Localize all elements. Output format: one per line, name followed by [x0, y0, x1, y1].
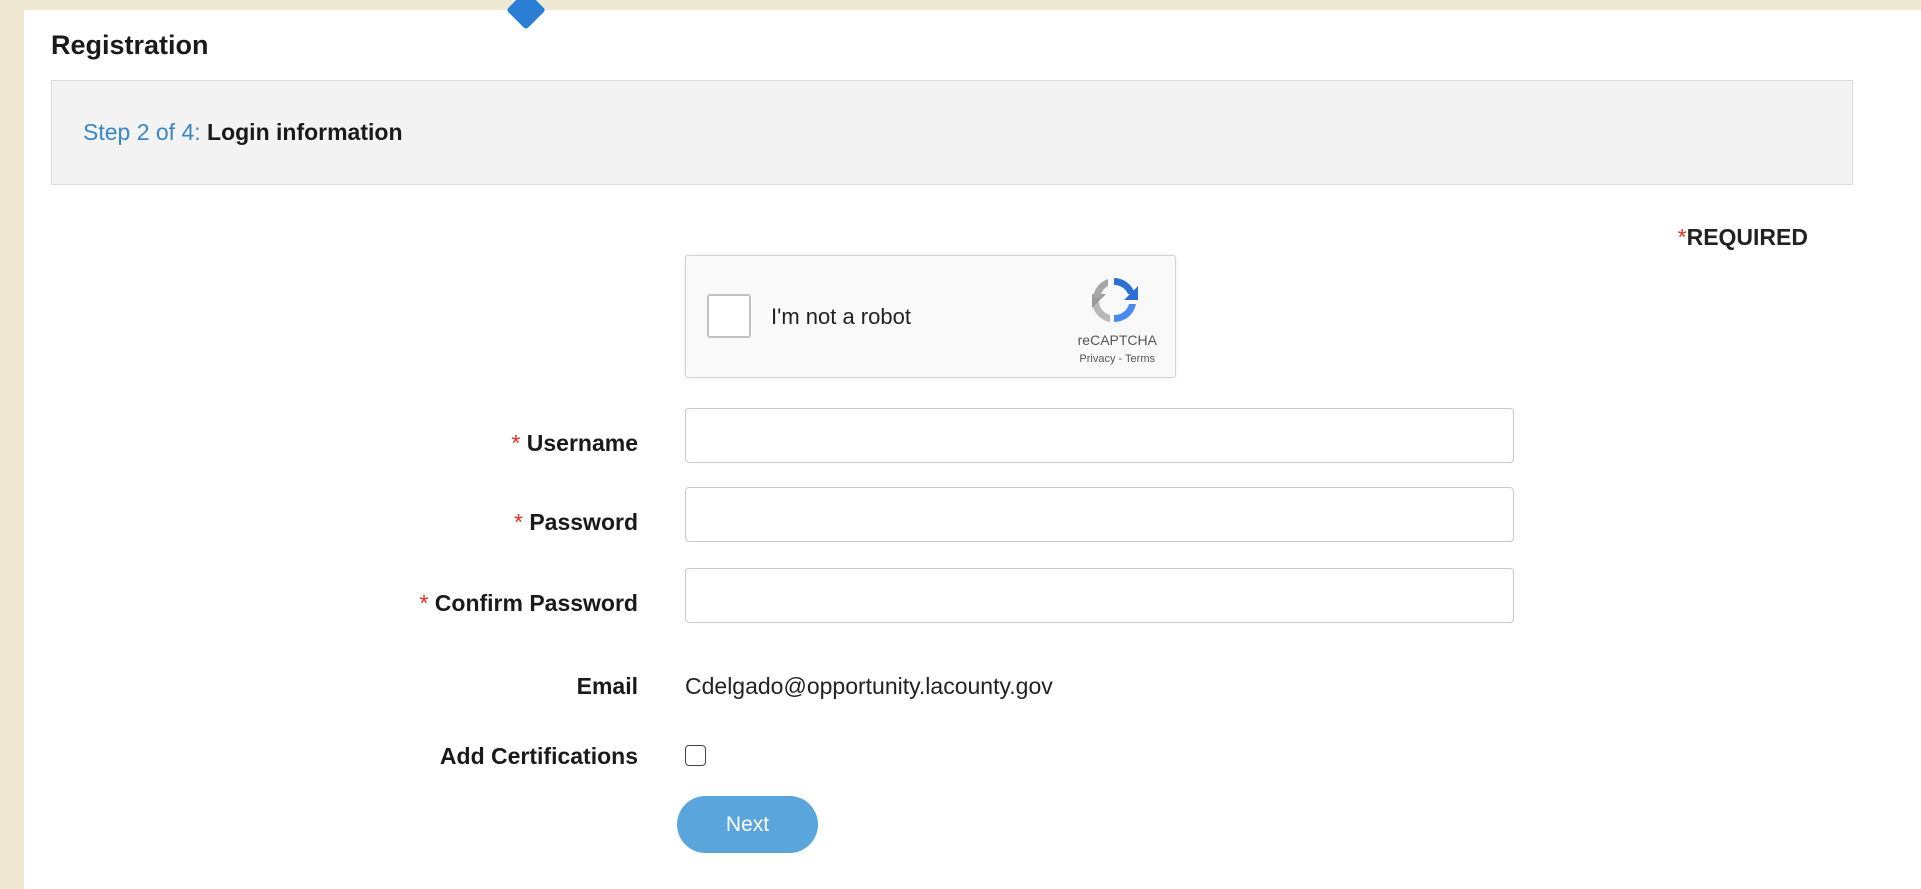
recaptcha-widget: I'm not a robot reCAPTCHA Privacy - Term…: [685, 255, 1176, 378]
password-label: * Password: [514, 509, 638, 536]
password-label-text: Password: [529, 509, 638, 535]
next-button[interactable]: Next: [677, 796, 818, 853]
recaptcha-icon: [1092, 278, 1138, 323]
add-certifications-label: Add Certifications: [439, 743, 638, 769]
required-asterisk: *: [1677, 224, 1687, 250]
confirm-password-input[interactable]: [685, 568, 1514, 623]
tour-pointer-marker: [506, 0, 546, 30]
recaptcha-links[interactable]: Privacy - Terms: [1079, 353, 1155, 365]
confirm-password-label-text: Confirm Password: [434, 590, 638, 616]
email-label: Email: [576, 673, 638, 699]
required-text: REQUIRED: [1686, 224, 1808, 250]
username-label: * Username: [511, 430, 638, 457]
recaptcha-brand: reCAPTCHA: [1077, 332, 1157, 348]
step-number: Step 2 of 4:: [83, 119, 201, 145]
confirm-password-required-asterisk: *: [419, 590, 429, 616]
required-note: *REQUIRED: [1678, 224, 1808, 251]
username-label-text: Username: [526, 430, 638, 456]
email-value: Cdelgado@opportunity.lacounty.gov: [685, 673, 1053, 699]
step-name: Login information: [207, 119, 403, 145]
username-input[interactable]: [685, 408, 1514, 463]
recaptcha-checkbox[interactable]: [707, 294, 751, 338]
step-indicator: Step 2 of 4: Login information: [83, 119, 403, 146]
recaptcha-label: I'm not a robot: [771, 304, 911, 329]
step-indicator-bar: Step 2 of 4: Login information: [51, 80, 1853, 185]
add-certifications-checkbox[interactable]: [685, 745, 706, 766]
page-title: Registration: [51, 30, 209, 60]
username-required-asterisk: *: [511, 430, 521, 456]
registration-page: Registration Step 2 of 4: Login informat…: [24, 0, 1921, 889]
confirm-password-label: * Confirm Password: [419, 590, 638, 617]
password-required-asterisk: *: [514, 509, 523, 535]
password-input[interactable]: [685, 487, 1514, 542]
